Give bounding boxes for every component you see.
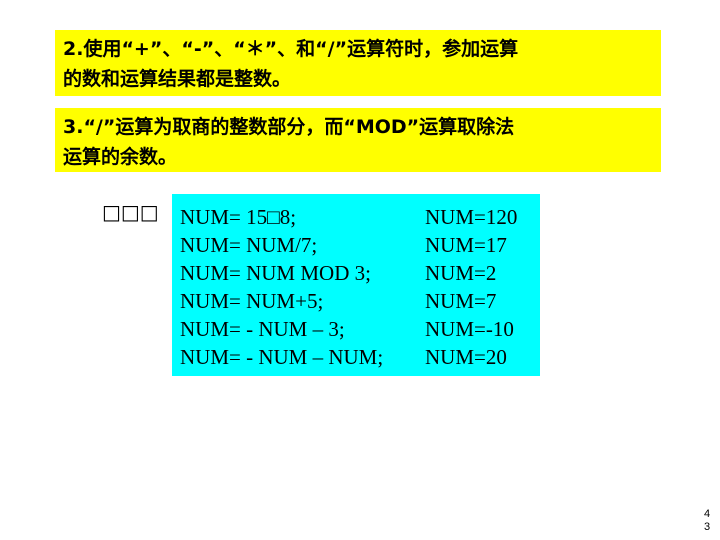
code-result: NUM=17 [425, 233, 507, 257]
code-row: NUM= - NUM – 3; NUM=-10 [180, 315, 540, 343]
code-row: NUM= NUM+5; NUM=7 [180, 287, 540, 315]
note-division-mod: 3.“/”运算为取商的整数部分，而“MOD”运算取除法 运算的余数。 [55, 108, 661, 172]
note-line: 2.使用“+”、“-”、“＊”、和“/”运算符时，参加运算 [63, 38, 519, 60]
note-integer-operands: 2.使用“+”、“-”、“＊”、和“/”运算符时，参加运算 的数和运算结果都是整… [55, 30, 661, 96]
code-statement: NUM= - NUM – 3; [180, 317, 345, 341]
example-label: □□□ [102, 200, 159, 224]
slide: 2.使用“+”、“-”、“＊”、和“/”运算符时，参加运算 的数和运算结果都是整… [0, 0, 720, 540]
code-example-box: NUM= 15□8; NUM=120 NUM= NUM/7; NUM=17 NU… [172, 194, 540, 376]
code-statement: NUM= 15□8; [180, 205, 297, 229]
page-number-digit: 3 [704, 521, 711, 533]
note-line: 的数和运算结果都是整数。 [63, 68, 292, 90]
code-row: NUM= 15□8; NUM=120 [180, 203, 540, 231]
page-number: 4 3 [704, 508, 716, 534]
note-line: 3.“/”运算为取商的整数部分，而“MOD”运算取除法 [63, 116, 515, 138]
code-result: NUM=120 [425, 205, 518, 229]
code-result: NUM=-10 [425, 317, 514, 341]
code-result: NUM=20 [425, 345, 507, 369]
code-statement: NUM= NUM/7; [180, 233, 318, 257]
code-statement: NUM= - NUM – NUM; [180, 345, 384, 369]
code-statement: NUM= NUM+5; [180, 289, 324, 313]
code-result: NUM=2 [425, 261, 497, 285]
code-statement: NUM= NUM MOD 3; [180, 261, 371, 285]
code-row: NUM= NUM MOD 3; NUM=2 [180, 259, 540, 287]
page-number-digit: 4 [704, 508, 711, 520]
code-row: NUM= NUM/7; NUM=17 [180, 231, 540, 259]
note-line: 运算的余数。 [63, 146, 178, 168]
code-row: NUM= - NUM – NUM; NUM=20 [180, 343, 540, 371]
code-result: NUM=7 [425, 289, 497, 313]
